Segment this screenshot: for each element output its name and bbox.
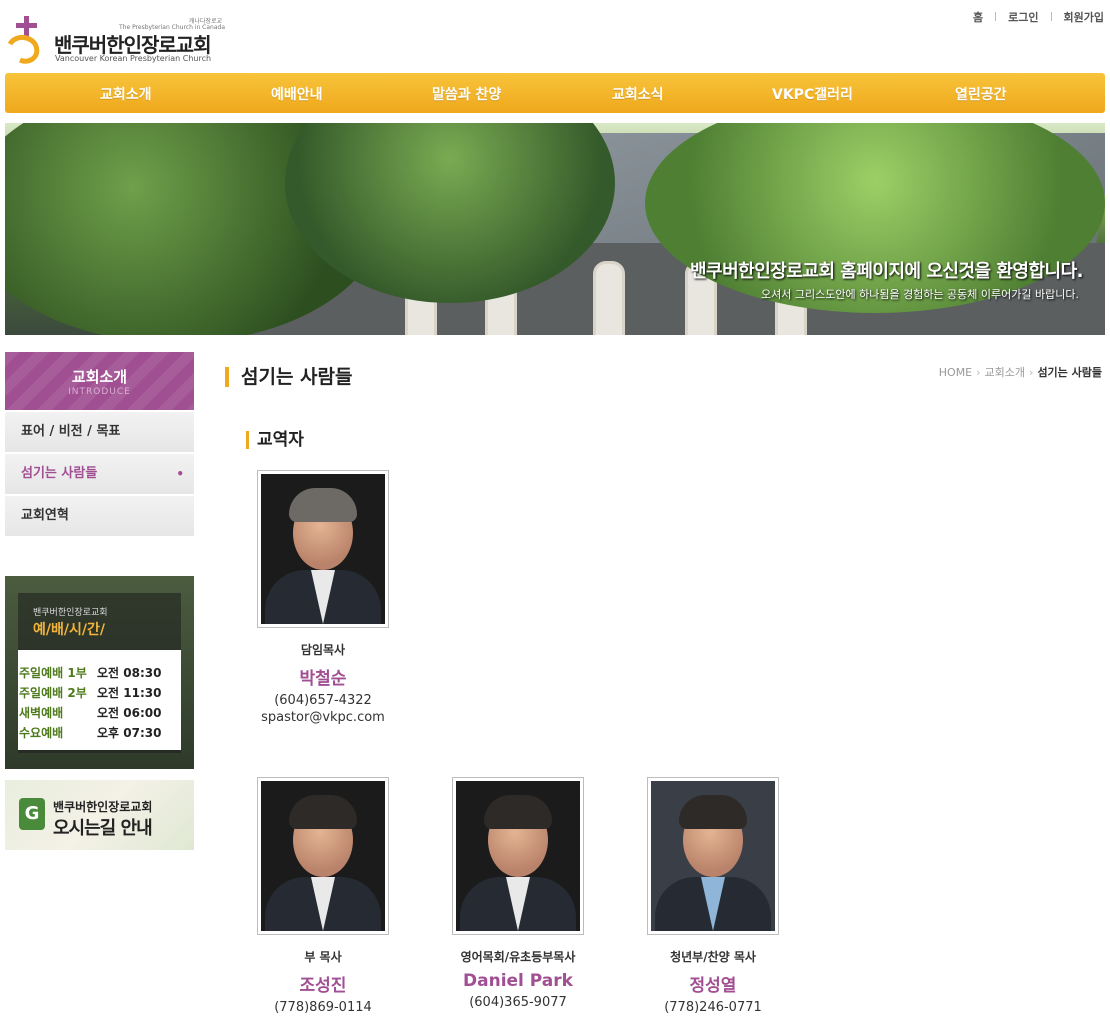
signup-link[interactable]: 회원가입 bbox=[1064, 9, 1104, 25]
divider bbox=[995, 12, 997, 21]
worship-time: 오전 06:00 bbox=[97, 706, 162, 720]
worship-name: 주일예배 2부 bbox=[19, 686, 87, 700]
worship-row: 주일예배 1부 오전 08:30 bbox=[19, 664, 161, 681]
nav-item-about[interactable]: 교회소개 bbox=[100, 84, 152, 104]
staff-phone: (778)869-0114 bbox=[274, 1000, 372, 1015]
directions-church-name: 밴쿠버한인장로교회 bbox=[53, 800, 153, 814]
worship-row: 새벽예배 오전 06:00 bbox=[19, 704, 161, 721]
worship-title: 예/배/시/간/ bbox=[33, 622, 105, 638]
cross-logo-icon bbox=[7, 16, 40, 64]
divider bbox=[1050, 12, 1052, 21]
worship-name: 주일예배 1부 bbox=[19, 666, 87, 680]
photo-hair bbox=[484, 795, 552, 829]
staff-phone: (778)246-0771 bbox=[664, 1000, 762, 1015]
breadcrumb: HOME › 교회소개 › 섬기는 사람들 bbox=[939, 364, 1102, 380]
logo-english-name: Vancouver Korean Presbyterian Church bbox=[55, 54, 212, 63]
staff-phone: (604)657-4322 bbox=[274, 693, 372, 708]
worship-name: 수요예배 bbox=[19, 726, 64, 740]
worship-church-name: 밴쿠버한인장로교회 bbox=[33, 608, 108, 618]
chevron-right-icon: › bbox=[976, 366, 981, 379]
side-nav-item-history[interactable]: 교회연혁 bbox=[5, 496, 194, 536]
directions-label: 오시는길 안내 bbox=[53, 818, 153, 839]
worship-times-banner[interactable]: 밴쿠버한인장로교회 예/배/시/간/ 주일예배 1부 오전 08:30 주일예배 … bbox=[5, 576, 194, 769]
worship-row: 주일예배 2부 오전 11:30 bbox=[19, 684, 161, 701]
breadcrumb-current: 섬기는 사람들 bbox=[1037, 366, 1102, 379]
side-nav-subtitle: INTRODUCE bbox=[68, 387, 131, 397]
staff-role: 부 목사 bbox=[304, 950, 342, 964]
photo-hair bbox=[289, 795, 357, 829]
page-title: 섬기는 사람들 bbox=[225, 367, 353, 387]
worship-time: 오전 11:30 bbox=[97, 686, 162, 700]
staff-name: 조성진 bbox=[299, 976, 347, 996]
staff-photo bbox=[257, 470, 389, 628]
section-title: 교역자 bbox=[246, 431, 304, 449]
photo-hair bbox=[679, 795, 747, 829]
staff-photo bbox=[647, 777, 779, 935]
church-window bbox=[593, 261, 625, 335]
staff-name: 정성열 bbox=[689, 976, 737, 996]
home-link[interactable]: 홈 bbox=[973, 9, 983, 25]
worship-time: 오후 07:30 bbox=[97, 726, 162, 740]
staff-card: 담임목사 박철순 (604)657-4322 spastor@vkpc.com bbox=[223, 470, 423, 725]
utility-nav: 홈 로그인 회원가입 bbox=[973, 9, 1104, 25]
side-nav-header: 교회소개 INTRODUCE bbox=[5, 352, 194, 410]
staff-card: 부 목사 조성진 (778)869-0114 bbox=[223, 777, 423, 1015]
worship-row: 수요예배 오후 07:30 bbox=[19, 724, 161, 741]
side-nav-item-label: 섬기는 사람들 bbox=[21, 466, 98, 481]
staff-role: 청년부/찬양 목사 bbox=[670, 950, 756, 964]
staff-phone: (604)365-9077 bbox=[469, 995, 567, 1010]
church-logo[interactable]: 캐나다장로교 The Presbyterian Church in Canada… bbox=[6, 14, 226, 66]
nav-item-sermon[interactable]: 말씀과 찬양 bbox=[432, 84, 501, 104]
staff-name: Daniel Park bbox=[463, 971, 573, 991]
nav-item-news[interactable]: 교회소식 bbox=[612, 84, 664, 104]
staff-name: 박철순 bbox=[299, 669, 347, 689]
directions-banner[interactable]: G 밴쿠버한인장로교회 오시는길 안내 bbox=[5, 780, 194, 850]
side-nav-list: 표어 / 비전 / 목표 섬기는 사람들 • 교회연혁 bbox=[5, 412, 194, 538]
main-nav: 교회소개 예배안내 말씀과 찬양 교회소식 VKPC갤러리 열린공간 bbox=[5, 73, 1105, 113]
staff-photo bbox=[452, 777, 584, 935]
nav-item-open-space[interactable]: 열린공간 bbox=[955, 84, 1007, 104]
staff-role: 담임목사 bbox=[300, 643, 346, 657]
worship-name: 새벽예배 bbox=[19, 706, 64, 720]
breadcrumb-home[interactable]: HOME bbox=[939, 366, 972, 379]
worship-time: 오전 08:30 bbox=[97, 666, 162, 680]
staff-photo bbox=[257, 777, 389, 935]
map-pin-icon: G bbox=[19, 798, 45, 830]
staff-card: 영어목회/유초등부목사 Daniel Park (604)365-9077 bbox=[418, 777, 618, 1010]
welcome-message: 밴쿠버한인장로교회 홈페이지에 오신것을 환영합니다. bbox=[689, 261, 1084, 282]
welcome-submessage: 오셔서 그리스도안에 하나됨을 경험하는 공동체 이루어가길 바랍니다. bbox=[761, 288, 1079, 301]
side-nav-title: 교회소개 bbox=[71, 368, 128, 386]
staff-role: 영어목회/유초등부목사 bbox=[460, 950, 576, 964]
photo-hair bbox=[289, 488, 357, 522]
nav-item-worship[interactable]: 예배안내 bbox=[271, 84, 323, 104]
chevron-right-icon: › bbox=[1029, 366, 1034, 379]
staff-email[interactable]: spastor@vkpc.com bbox=[223, 710, 423, 725]
side-nav-item-staff[interactable]: 섬기는 사람들 • bbox=[5, 454, 194, 494]
staff-card: 청년부/찬양 목사 정성열 (778)246-0771 bbox=[613, 777, 813, 1015]
nav-item-gallery[interactable]: VKPC갤러리 bbox=[772, 84, 853, 104]
side-nav-item-motto[interactable]: 표어 / 비전 / 목표 bbox=[5, 412, 194, 452]
login-link[interactable]: 로그인 bbox=[1008, 9, 1038, 25]
active-dot-icon: • bbox=[176, 467, 184, 481]
breadcrumb-section[interactable]: 교회소개 bbox=[985, 366, 1025, 379]
main-visual-banner: 밴쿠버한인장로교회 홈페이지에 오신것을 환영합니다. 오셔서 그리스도안에 하… bbox=[5, 123, 1105, 335]
